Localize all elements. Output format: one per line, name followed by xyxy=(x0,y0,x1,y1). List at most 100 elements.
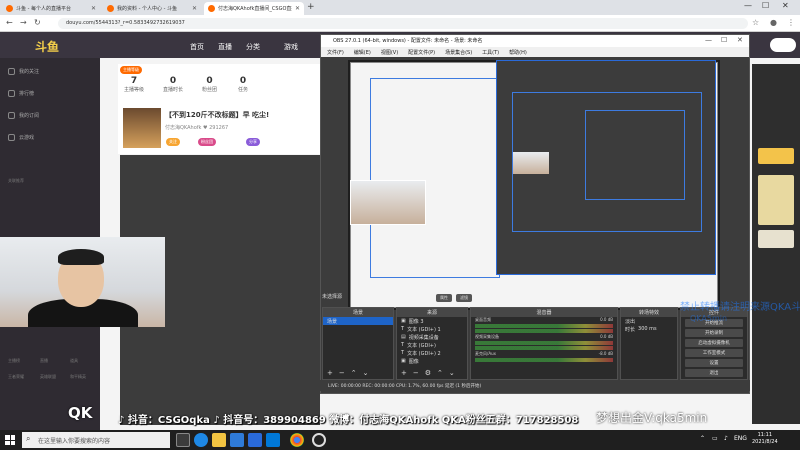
close-icon[interactable]: ✕ xyxy=(192,5,197,12)
language-indicator[interactable]: ENG xyxy=(734,435,747,442)
system-clock[interactable]: 11:11 2021/8/24 xyxy=(752,432,778,446)
browser-tab[interactable]: 斗鱼 - 每个人的直播平台 ✕ xyxy=(2,2,100,15)
scene-item[interactable]: 场景 xyxy=(323,317,393,325)
close-icon[interactable]: ✕ xyxy=(295,5,300,12)
sidebar-item-rank[interactable]: 排行榜 xyxy=(8,90,34,97)
tab-title: 付志海QKAhofk直播间_CSGO直播 xyxy=(218,6,292,12)
duration-input[interactable]: 300 ms xyxy=(638,326,657,332)
app-icon[interactable] xyxy=(266,433,280,447)
minimize-icon[interactable]: — xyxy=(744,1,752,10)
menu-tools[interactable]: 工具(T) xyxy=(482,49,499,56)
transition-select[interactable]: 淡出 xyxy=(621,317,677,325)
add-icon[interactable]: + xyxy=(327,369,333,377)
url-input[interactable]: douyu.com/5544313?_r=0.5833492732619037 xyxy=(58,18,748,29)
sidebar-link[interactable]: 主播榜 xyxy=(8,358,20,364)
volume-meter[interactable] xyxy=(475,324,613,328)
star-icon[interactable]: ☆ xyxy=(752,18,759,27)
source-item[interactable]: T 文本 (GDI+) xyxy=(397,341,467,349)
browser-tab-active[interactable]: 付志海QKAhofk直播间_CSGO直播 ✕ xyxy=(204,2,304,15)
tray-chevron-icon[interactable]: ⌃ xyxy=(700,435,705,442)
close-icon[interactable]: ✕ xyxy=(91,5,96,12)
bell-icon xyxy=(8,112,15,119)
sidebar-item-label: 我的订阅 xyxy=(19,113,40,119)
volume-meter[interactable] xyxy=(475,341,613,345)
volume-meter[interactable] xyxy=(475,358,613,362)
filters-button[interactable]: 滤镜 xyxy=(456,294,472,302)
reload-icon[interactable]: ↻ xyxy=(34,18,41,27)
gear-icon[interactable]: ⚙ xyxy=(425,369,431,377)
arrow-down-icon[interactable]: ⌄ xyxy=(449,369,455,377)
sidebar-item-follow[interactable]: 我的关注 xyxy=(8,68,39,75)
folder-icon[interactable] xyxy=(212,433,226,447)
sidebar-item-subscribe[interactable]: 我的订阅 xyxy=(8,112,39,119)
arrow-up-icon[interactable]: ⌃ xyxy=(351,369,357,377)
virtual-camera-button[interactable]: 启动虚拟摄像机 xyxy=(685,339,743,347)
windows-start-icon[interactable] xyxy=(5,435,15,445)
source-item[interactable]: T 文本 (GDI+) 1 xyxy=(397,325,467,333)
network-icon[interactable]: ▭ xyxy=(712,435,718,442)
volume-meter[interactable] xyxy=(475,346,613,350)
nav-games[interactable]: 游戏 xyxy=(284,42,298,52)
share-button[interactable]: 分享 xyxy=(246,138,260,146)
minimize-icon[interactable]: — xyxy=(705,36,712,44)
store-icon[interactable] xyxy=(230,433,244,447)
nav-live[interactable]: 直播 xyxy=(218,42,232,52)
maximize-icon[interactable]: ☐ xyxy=(762,1,769,10)
promo-card[interactable] xyxy=(758,230,794,248)
properties-button[interactable]: 属性 xyxy=(436,294,452,302)
start-recording-button[interactable]: 开始录制 xyxy=(685,329,743,337)
add-icon[interactable]: + xyxy=(401,369,407,377)
promo-card[interactable] xyxy=(758,148,794,164)
obs-icon[interactable] xyxy=(312,433,326,447)
chrome-icon[interactable] xyxy=(290,433,304,447)
remove-icon[interactable]: − xyxy=(339,369,345,377)
forward-icon[interactable]: → xyxy=(20,18,27,27)
ticker-slogan: 梦想出金V:qka5min xyxy=(596,411,708,425)
sidebar-link[interactable]: 王者荣耀 xyxy=(8,374,24,380)
menu-edit[interactable]: 编辑(E) xyxy=(354,49,371,56)
source-item[interactable]: ▣ 图像 xyxy=(397,357,467,365)
profile-icon[interactable]: ● xyxy=(770,18,777,27)
sidebar-link[interactable]: 直播 xyxy=(40,358,48,364)
source-item[interactable]: ▣ 图像 3 xyxy=(397,317,467,325)
mail-icon[interactable] xyxy=(248,433,262,447)
arrow-up-icon[interactable]: ⌃ xyxy=(437,369,443,377)
taskbar-search-input[interactable]: 在这里输入你要搜索的内容 xyxy=(22,432,170,448)
nav-home[interactable]: 首页 xyxy=(190,42,204,52)
close-window-icon[interactable]: ✕ xyxy=(782,1,789,10)
menu-help[interactable]: 帮助(H) xyxy=(509,49,527,56)
sidebar-item-cloud-game[interactable]: 云游戏 xyxy=(8,134,34,141)
studio-mode-button[interactable]: 工作室模式 xyxy=(685,349,743,357)
volume-icon[interactable]: ♪ xyxy=(724,435,728,442)
maximize-icon[interactable]: ☐ xyxy=(721,36,727,44)
menu-file[interactable]: 文件(F) xyxy=(327,49,344,56)
anchor-avatar[interactable] xyxy=(123,108,161,148)
promo-card[interactable] xyxy=(758,175,794,225)
header-search-input[interactable] xyxy=(770,38,796,52)
task-view-icon[interactable] xyxy=(176,433,190,447)
new-tab-icon[interactable]: + xyxy=(307,2,315,12)
volume-meter[interactable] xyxy=(475,329,613,333)
browser-tab[interactable]: 我的资料 - 个人中心 - 斗鱼 ✕ xyxy=(103,2,201,15)
arrow-down-icon[interactable]: ⌄ xyxy=(363,369,369,377)
source-item[interactable]: ▤ 视频采集设备 xyxy=(397,333,467,341)
sidebar-link[interactable]: 道具 xyxy=(70,358,78,364)
close-icon[interactable]: ✕ xyxy=(737,36,743,44)
menu-scene-collection[interactable]: 场景集合(S) xyxy=(445,49,472,56)
menu-view[interactable]: 视图(V) xyxy=(381,49,398,56)
exit-button[interactable]: 退出 xyxy=(685,369,743,377)
site-logo[interactable]: 斗鱼 xyxy=(35,36,130,56)
menu-icon[interactable]: ⋮ xyxy=(787,18,795,27)
sidebar-link[interactable]: 和平精英 xyxy=(70,374,86,380)
remove-icon[interactable]: − xyxy=(413,369,419,377)
menu-profile[interactable]: 配置文件(P) xyxy=(408,49,435,56)
duration-row[interactable]: 时长 300 ms xyxy=(621,325,677,333)
nav-category[interactable]: 分类 xyxy=(246,42,260,52)
sidebar-link[interactable]: 英雄联盟 xyxy=(40,374,56,380)
source-item[interactable]: T 文本 (GDI+) 2 xyxy=(397,349,467,357)
edge-icon[interactable] xyxy=(194,433,208,447)
back-icon[interactable]: ← xyxy=(6,18,13,27)
follow-button[interactable]: 关注 xyxy=(166,138,180,146)
fan-club-button[interactable]: 粉丝团 xyxy=(198,138,216,146)
settings-button[interactable]: 设置 xyxy=(685,359,743,367)
